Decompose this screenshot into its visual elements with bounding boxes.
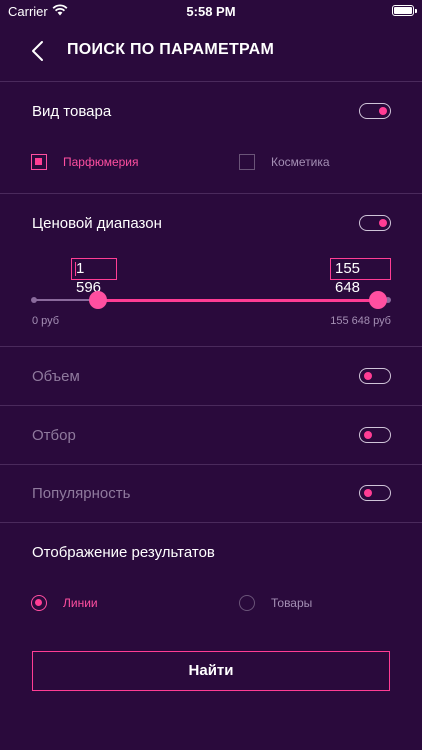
products-radio[interactable]	[239, 595, 255, 611]
divider	[0, 193, 422, 194]
battery-icon	[392, 5, 417, 16]
range-max-label: 155 648 руб	[330, 315, 391, 327]
perfume-option-label[interactable]: Парфюмерия	[63, 155, 139, 169]
slider-min-thumb[interactable]	[88, 291, 107, 309]
divider	[0, 405, 422, 406]
popularity-label: Популярность	[32, 485, 131, 502]
nav-bar: ПОИСК ПО ПАРАМЕТРАМ	[0, 22, 422, 80]
product-type-label: Вид товара	[32, 103, 112, 120]
price-range-slider[interactable]	[31, 290, 391, 310]
find-button[interactable]: Найти	[32, 651, 390, 691]
divider	[0, 464, 422, 465]
divider	[0, 81, 422, 82]
page-title: ПОИСК ПО ПАРАМЕТРАМ	[67, 41, 275, 58]
products-option-label[interactable]: Товары	[271, 596, 312, 610]
product-type-toggle[interactable]	[359, 103, 391, 119]
price-min-field[interactable]: 1 596	[71, 258, 117, 296]
status-bar: Carrier 5:58 PM	[0, 0, 422, 22]
volume-toggle[interactable]	[359, 368, 391, 384]
popularity-toggle[interactable]	[359, 485, 391, 501]
slider-start-dot	[31, 297, 37, 303]
price-range-label: Ценовой диапазон	[32, 215, 162, 232]
price-range-toggle[interactable]	[359, 215, 391, 231]
perfume-checkbox[interactable]	[31, 154, 47, 170]
back-chevron-icon[interactable]	[26, 38, 50, 64]
status-time: 5:58 PM	[186, 4, 236, 19]
cosmetics-checkbox[interactable]	[239, 154, 255, 170]
lines-option-label[interactable]: Линии	[63, 596, 98, 610]
selection-label: Отбор	[32, 427, 76, 444]
slider-selected-range	[97, 299, 378, 302]
selection-toggle[interactable]	[359, 427, 391, 443]
slider-max-thumb[interactable]	[369, 291, 387, 309]
cosmetics-option-label[interactable]: Косметика	[271, 155, 330, 169]
price-max-field[interactable]: 155 648	[330, 258, 391, 296]
lines-radio[interactable]	[31, 595, 47, 611]
divider	[0, 522, 422, 523]
display-results-label: Отображение результатов	[32, 544, 215, 561]
volume-label: Объем	[32, 368, 80, 385]
range-min-label: 0 руб	[32, 315, 60, 327]
divider	[0, 346, 422, 347]
